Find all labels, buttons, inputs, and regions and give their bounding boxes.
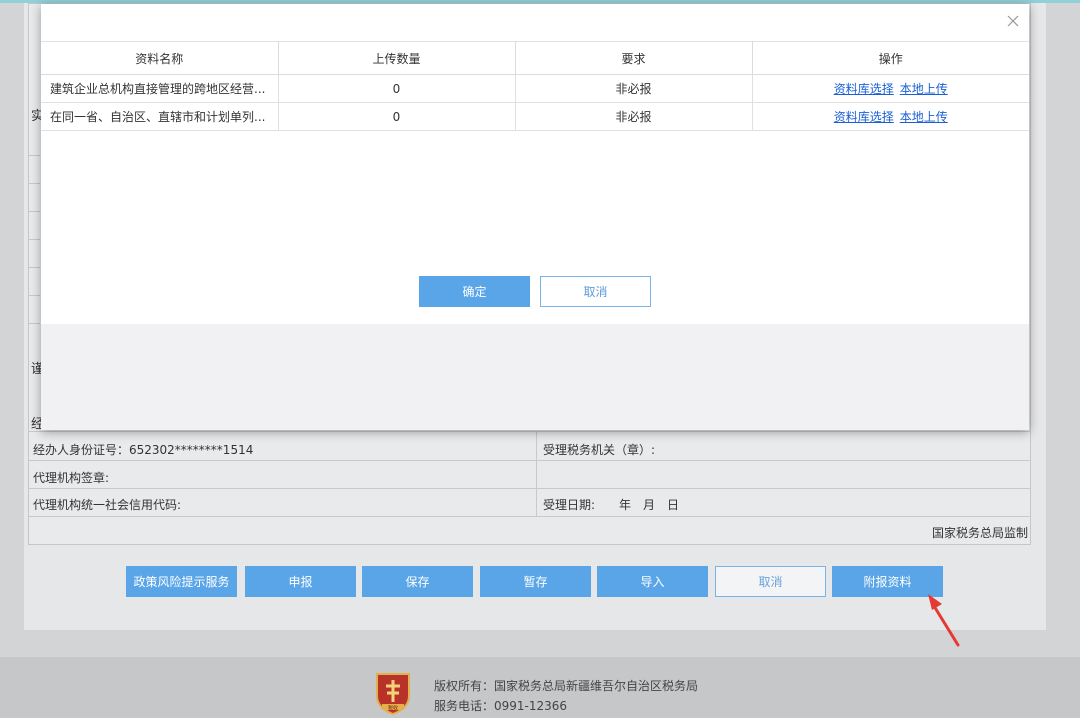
local-upload-link[interactable]: 本地上传 <box>900 110 948 124</box>
modal-footer-area <box>41 324 1029 430</box>
form-row-divider <box>28 211 40 212</box>
form-row-divider <box>28 295 40 296</box>
temp-save-button[interactable]: 暂存 <box>480 566 591 597</box>
agency-signature-label: 代理机构签章: <box>33 471 110 485</box>
table-row: 建筑企业总机构直接管理的跨地区经营... 0 非必报 资料库选择 本地上传 <box>41 74 1029 103</box>
policy-risk-button[interactable]: 政策风险提示服务 <box>126 566 237 597</box>
form-row-divider <box>28 267 40 268</box>
tax-authority-label: 受理税务机关（章）: <box>543 443 656 457</box>
column-header-count: 上传数量 <box>277 41 516 75</box>
form-row-divider <box>28 239 40 240</box>
column-header-action: 操作 <box>751 41 1029 75</box>
declare-button[interactable]: 申报 <box>245 566 356 597</box>
agency-credit-code-label: 代理机构统一社会信用代码: <box>33 498 182 512</box>
action-cell: 资料库选择 本地上传 <box>751 74 1029 103</box>
form-row-divider <box>28 516 1031 517</box>
table-header-row: 资料名称 上传数量 要求 操作 <box>41 41 1029 75</box>
upload-count: 0 <box>277 102 516 131</box>
library-select-link[interactable]: 资料库选择 <box>834 82 894 96</box>
attachment-table: 资料名称 上传数量 要求 操作 建筑企业总机构直接管理的跨地区经营... 0 非… <box>41 41 1029 131</box>
form-row-divider <box>28 155 40 156</box>
requirement: 非必报 <box>514 74 753 103</box>
form-row-divider <box>28 488 1031 489</box>
agent-id-label: 经办人身份证号：652302********1514 <box>33 443 254 457</box>
close-icon[interactable] <box>1005 13 1021 29</box>
form-column-divider <box>536 432 537 517</box>
action-cell: 资料库选择 本地上传 <box>751 102 1029 131</box>
cancel-form-button[interactable]: 取消 <box>715 566 826 597</box>
document-name: 建筑企业总机构直接管理的跨地区经营... <box>41 74 279 103</box>
logo-text: 税收 <box>388 705 398 712</box>
tax-bureau-logo-icon: 税收 <box>376 673 410 716</box>
local-upload-link[interactable]: 本地上传 <box>900 82 948 96</box>
copyright-text: 版权所有：国家税务总局新疆维吾尔自治区税务局 <box>434 679 699 693</box>
column-header-requirement: 要求 <box>514 41 753 75</box>
column-header-name: 资料名称 <box>41 41 279 75</box>
form-row-divider <box>28 460 1031 461</box>
import-button[interactable]: 导入 <box>597 566 708 597</box>
requirement: 非必报 <box>514 102 753 131</box>
cancel-button[interactable]: 取消 <box>540 276 651 307</box>
accept-date-label: 受理日期: 年 月 日 <box>543 498 680 512</box>
red-arrow-icon <box>928 594 960 647</box>
form-row-divider <box>28 183 40 184</box>
confirm-button[interactable]: 确定 <box>419 276 530 307</box>
form-row-divider <box>28 431 1031 432</box>
form-row-divider <box>28 323 40 324</box>
library-select-link[interactable]: 资料库选择 <box>834 110 894 124</box>
save-button[interactable]: 保存 <box>362 566 473 597</box>
service-phone-text: 服务电话：0991-12366 <box>434 699 568 713</box>
attachment-modal: 资料名称 上传数量 要求 操作 建筑企业总机构直接管理的跨地区经营... 0 非… <box>41 4 1029 430</box>
document-name: 在同一省、自治区、直辖市和计划单列... <box>41 102 279 131</box>
table-row: 在同一省、自治区、直辖市和计划单列... 0 非必报 资料库选择 本地上传 <box>41 102 1029 131</box>
upload-count: 0 <box>277 74 516 103</box>
supervision-note: 国家税务总局监制 <box>931 526 1028 540</box>
